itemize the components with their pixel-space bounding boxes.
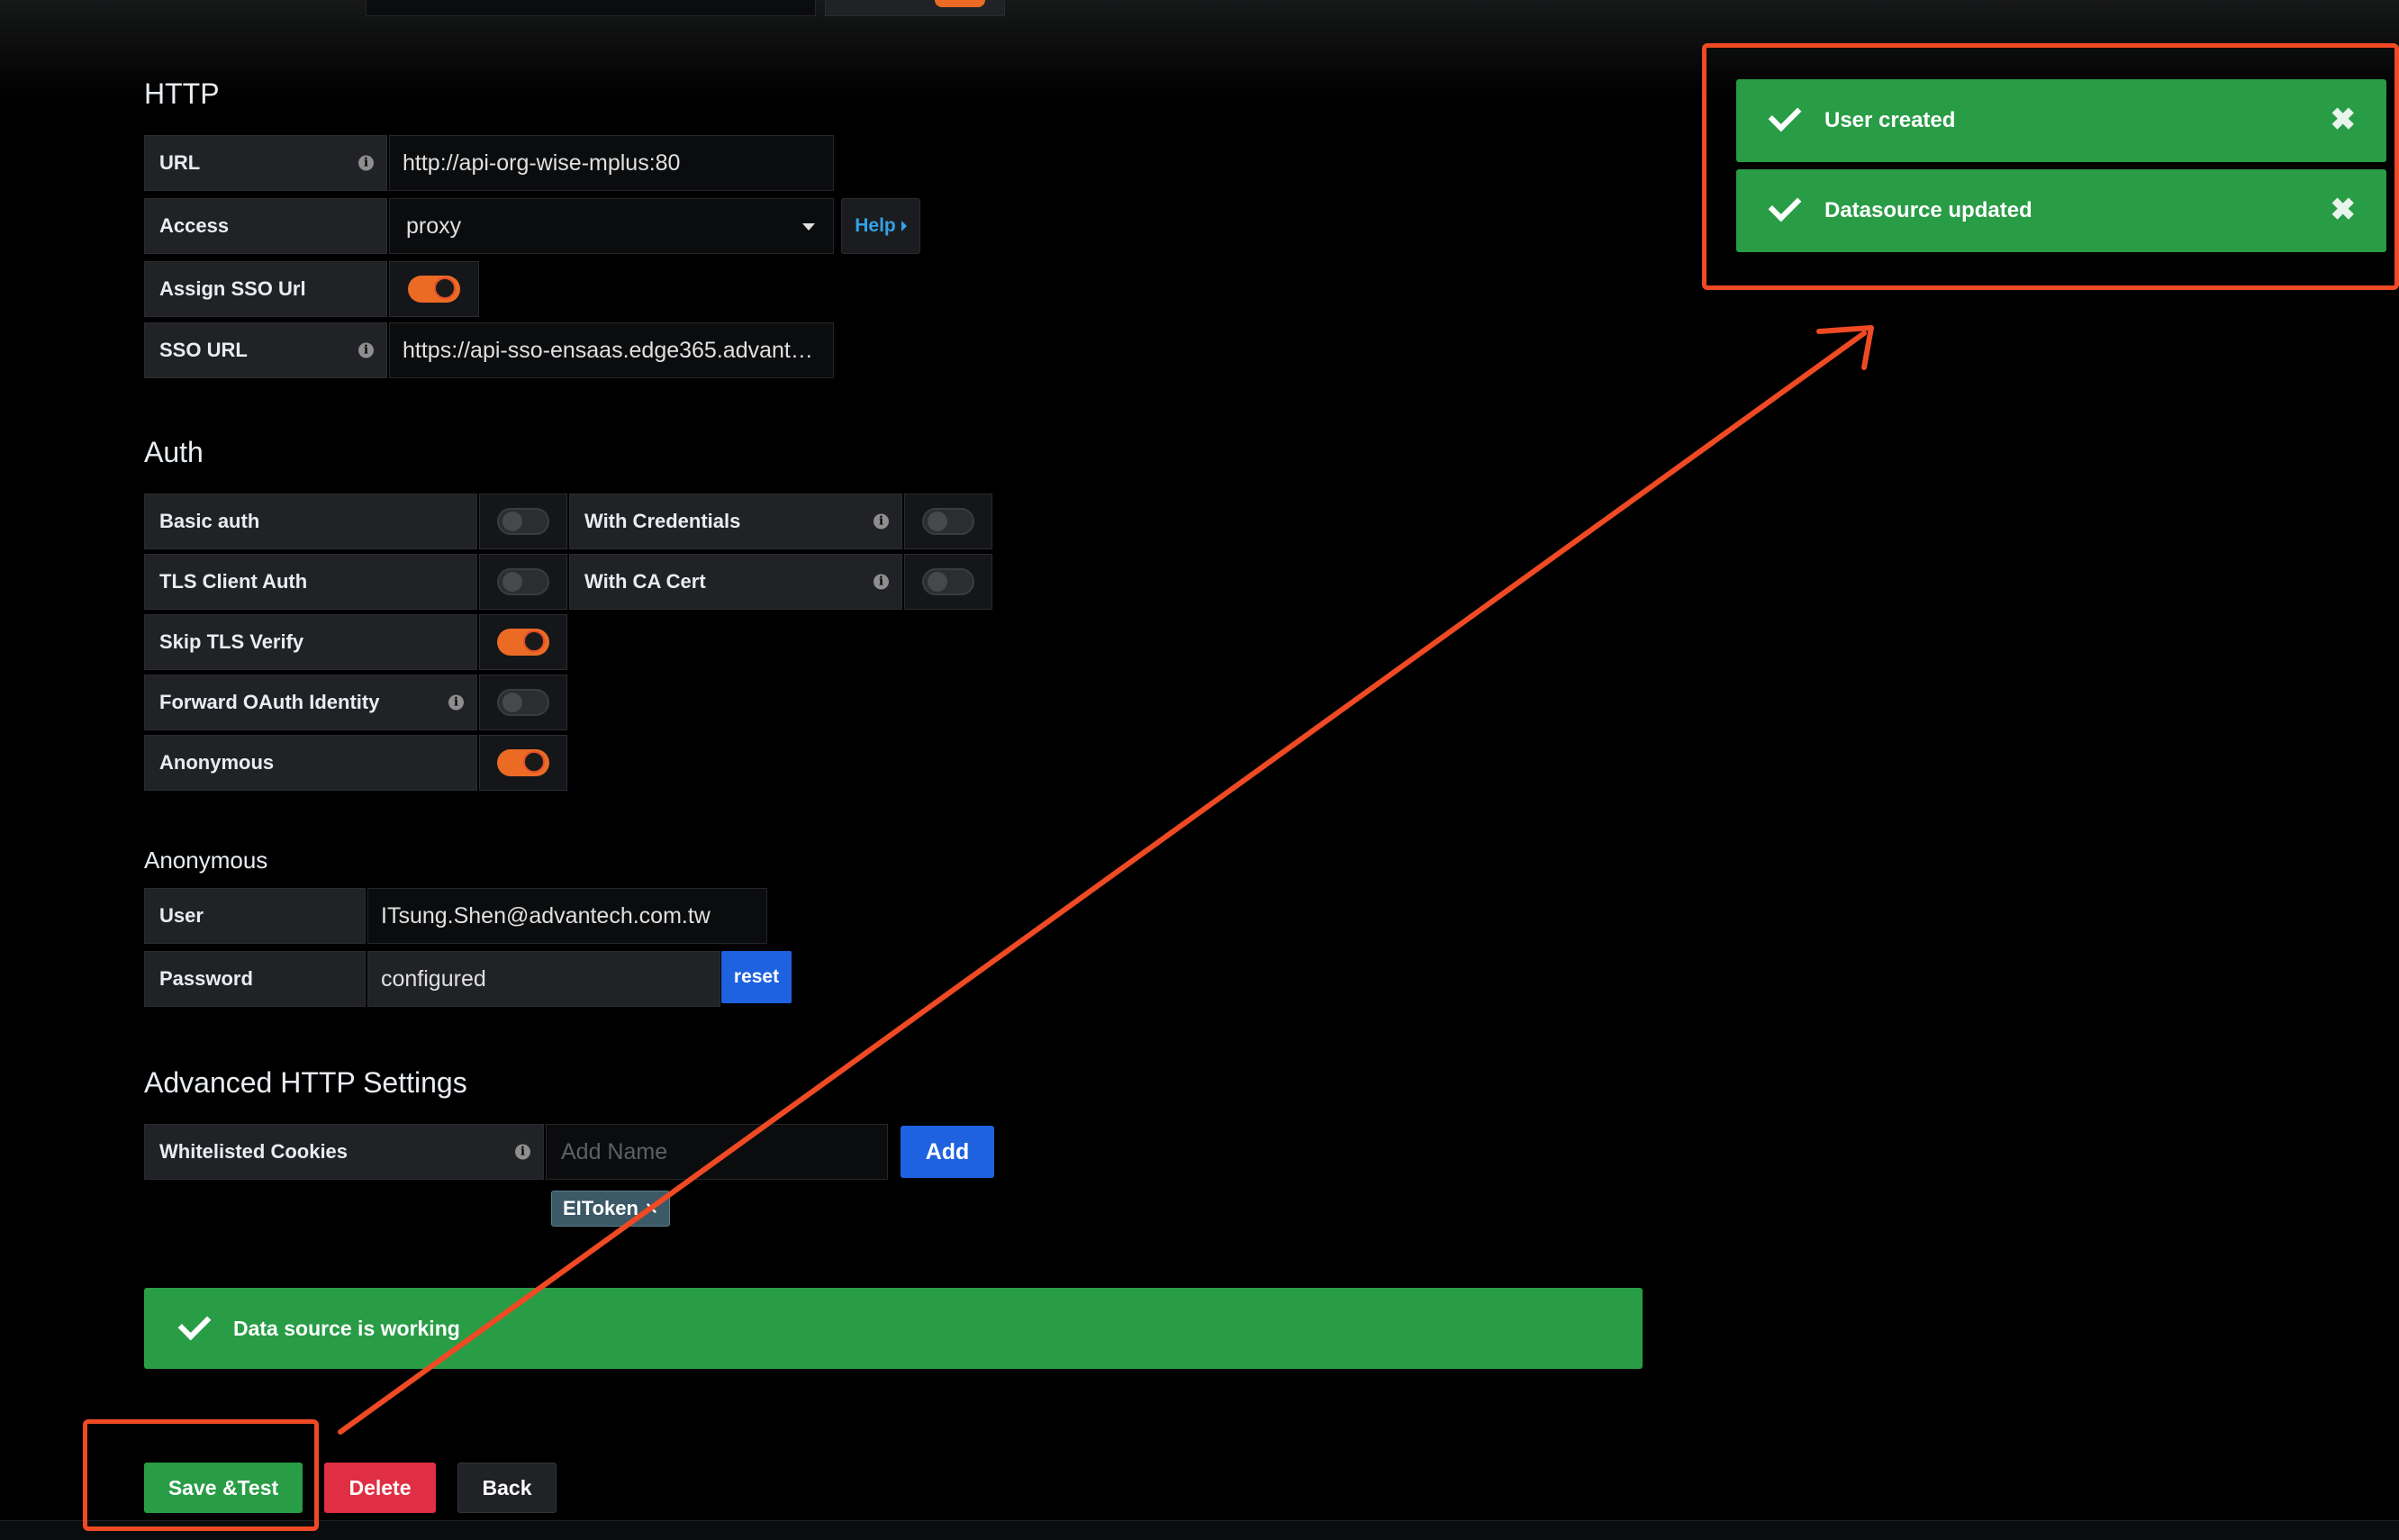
- add-cookie-button[interactable]: Add: [901, 1126, 994, 1178]
- assign-sso-toggle-cell: [389, 261, 479, 317]
- info-icon[interactable]: i: [448, 694, 464, 711]
- with-credentials-toggle[interactable]: [922, 508, 974, 535]
- remove-tag-icon[interactable]: ×: [646, 1197, 657, 1220]
- access-label-text: Access: [159, 214, 230, 237]
- cut-off-toggle: [935, 0, 985, 7]
- section-title-advanced: Advanced HTTP Settings: [144, 1066, 467, 1099]
- toggle-knob: [502, 693, 522, 712]
- anonymous-toggle-cell: [479, 735, 567, 791]
- sso-url-input[interactable]: https://api-sso-ensaas.edge365.advant…: [389, 322, 834, 378]
- with-ca-cert-label: With CA Cert i: [569, 554, 902, 610]
- assign-sso-toggle[interactable]: [408, 276, 460, 303]
- forward-oauth-toggle[interactable]: [497, 689, 549, 716]
- with-credentials-label-text: With Credentials: [584, 510, 741, 532]
- skip-tls-verify-label: Skip TLS Verify: [144, 614, 477, 670]
- reset-button[interactable]: reset: [721, 951, 792, 1003]
- url-label-text: URL: [159, 151, 201, 174]
- tls-client-auth-label-text: TLS Client Auth: [159, 570, 308, 593]
- skip-tls-verify-label-text: Skip TLS Verify: [159, 630, 304, 653]
- forward-oauth-label: Forward OAuth Identity i: [144, 675, 477, 730]
- info-icon[interactable]: i: [358, 155, 374, 171]
- cookie-name-input[interactable]: Add Name: [546, 1124, 888, 1180]
- info-icon[interactable]: i: [358, 342, 374, 358]
- toggle-knob: [523, 630, 545, 652]
- anonymous-label-text: Anonymous: [159, 751, 275, 774]
- basic-auth-toggle[interactable]: [497, 508, 549, 535]
- section-title-anonymous: Anonymous: [144, 847, 268, 874]
- toggle-knob: [523, 751, 545, 773]
- with-credentials-label: With Credentials i: [569, 494, 902, 549]
- anonymous-label: Anonymous: [144, 735, 477, 791]
- tls-client-auth-toggle-cell: [479, 554, 567, 610]
- help-button[interactable]: Help: [841, 198, 920, 254]
- with-ca-cert-toggle-cell: [904, 554, 992, 610]
- caret-right-icon: [901, 221, 907, 231]
- info-icon[interactable]: i: [874, 513, 889, 530]
- sso-url-label: SSO URL i: [144, 322, 387, 378]
- back-button[interactable]: Back: [457, 1463, 557, 1513]
- bottom-divider: [0, 1520, 2399, 1540]
- user-label: User: [144, 888, 366, 944]
- sso-url-label-text: SSO URL: [159, 339, 248, 361]
- basic-auth-label: Basic auth: [144, 494, 477, 549]
- forward-oauth-label-text: Forward OAuth Identity: [159, 691, 380, 713]
- info-icon[interactable]: i: [874, 574, 889, 590]
- forward-oauth-toggle-cell: [479, 675, 567, 730]
- annotation-box-toasts: [1702, 43, 2399, 290]
- info-icon[interactable]: i: [515, 1144, 530, 1160]
- assign-sso-label: Assign SSO Url: [144, 261, 387, 317]
- assign-sso-label-text: Assign SSO Url: [159, 277, 306, 300]
- anonymous-toggle[interactable]: [497, 749, 549, 776]
- url-input[interactable]: http://api-org-wise-mplus:80: [389, 135, 834, 191]
- datasource-status-alert: Data source is working: [144, 1288, 1643, 1369]
- cookie-tag: EIToken ×: [551, 1191, 670, 1227]
- cookie-tag-label: EIToken: [563, 1197, 638, 1219]
- with-ca-cert-toggle[interactable]: [922, 568, 974, 595]
- caret-down-icon: [802, 223, 815, 231]
- tls-client-auth-label: TLS Client Auth: [144, 554, 477, 610]
- annotation-box-save-button: [83, 1419, 319, 1531]
- skip-tls-verify-toggle-cell: [479, 614, 567, 670]
- access-select[interactable]: proxy: [389, 198, 834, 254]
- whitelisted-cookies-label: Whitelisted Cookies i: [144, 1124, 544, 1180]
- delete-button[interactable]: Delete: [324, 1463, 436, 1513]
- section-title-auth: Auth: [144, 436, 204, 468]
- password-label: Password: [144, 951, 366, 1007]
- toggle-knob: [502, 572, 522, 592]
- cut-off-input: [366, 0, 816, 16]
- section-title-http: HTTP: [144, 77, 220, 110]
- basic-auth-label-text: Basic auth: [159, 510, 260, 532]
- user-label-text: User: [159, 904, 204, 927]
- check-icon: [177, 1307, 212, 1341]
- tls-client-auth-toggle[interactable]: [497, 568, 549, 595]
- access-select-value: proxy: [406, 213, 462, 239]
- with-credentials-toggle-cell: [904, 494, 992, 549]
- user-input[interactable]: ITsung.Shen@advantech.com.tw: [367, 888, 767, 944]
- whitelisted-cookies-label-text: Whitelisted Cookies: [159, 1140, 349, 1163]
- password-input[interactable]: configured: [367, 951, 720, 1007]
- toggle-knob: [502, 512, 522, 531]
- url-label: URL i: [144, 135, 387, 191]
- toggle-knob: [928, 512, 947, 531]
- with-ca-cert-label-text: With CA Cert: [584, 570, 706, 593]
- access-label: Access: [144, 198, 387, 254]
- toggle-knob: [434, 277, 456, 299]
- help-label: Help: [855, 215, 896, 236]
- skip-tls-verify-toggle[interactable]: [497, 629, 549, 656]
- status-message: Data source is working: [233, 1316, 460, 1340]
- basic-auth-toggle-cell: [479, 494, 567, 549]
- password-label-text: Password: [159, 967, 253, 990]
- toggle-knob: [928, 572, 947, 592]
